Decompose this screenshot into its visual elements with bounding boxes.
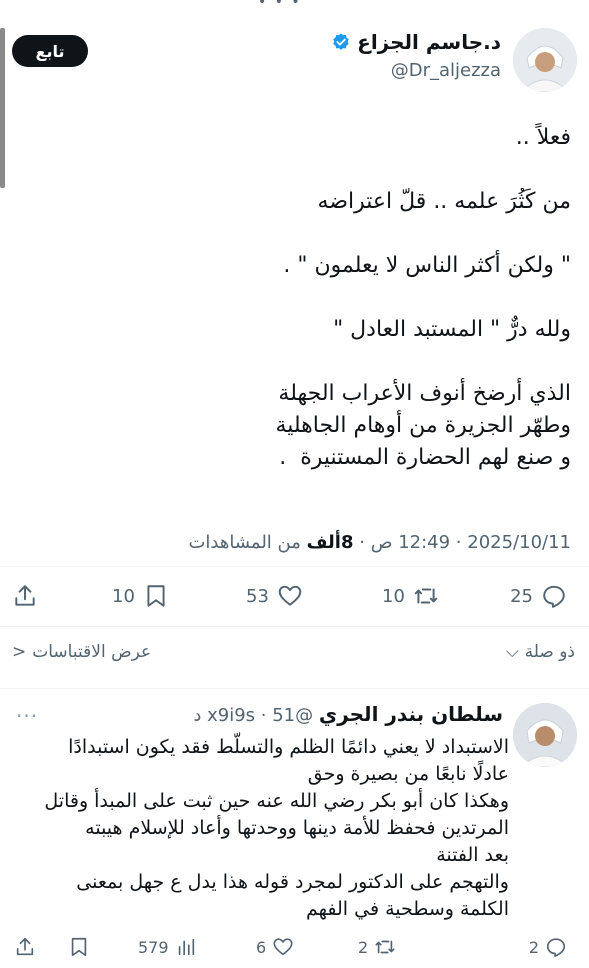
author-name[interactable]: د.جاسم الجزاع	[331, 30, 501, 54]
fragment-text: • • •	[258, 0, 302, 10]
tweet-text: فعلاً .. من كَثُرَ علمه .. قلّ اعتراضه " و…	[18, 122, 571, 474]
like-count: 53	[246, 585, 269, 607]
tweet-line	[18, 346, 571, 378]
reply-share-button[interactable]	[14, 932, 36, 962]
follow-button[interactable]: تابع	[12, 35, 88, 67]
analytics-icon	[178, 938, 194, 956]
author-handle[interactable]: @Dr_aljezza	[331, 60, 501, 81]
reply-views-button[interactable]: 579	[138, 932, 197, 962]
previous-post-fragment: • • •	[0, 0, 589, 10]
chevron-left-icon: <	[12, 642, 27, 662]
reply-like-count: 6	[256, 937, 267, 957]
verified-badge-icon	[333, 33, 349, 50]
bookmark-count: 10	[112, 585, 135, 607]
reply-retweet-count: 2	[358, 937, 369, 957]
retweet-icon	[414, 588, 438, 604]
tweet-line: ولله درٌّ " المستبد العادل "	[333, 317, 571, 342]
view-quotes-link[interactable]: عرض الاقتباسات <	[12, 642, 151, 662]
tweet-line: و صنع لهم الحضارة المستنيرة .	[279, 445, 571, 470]
reply-author-name[interactable]: سلطان بندر الجري	[319, 702, 503, 726]
thread-line	[0, 28, 5, 188]
share-button[interactable]	[12, 578, 38, 614]
reply-text: الاستبداد لا يعني دائمًا الظلم والتسلّط …	[18, 734, 509, 923]
retweet-icon	[375, 940, 395, 954]
reply-icon	[546, 938, 566, 957]
like-button[interactable]: 53	[246, 578, 303, 614]
reply-header: سلطان بندر الجري @x9i9s · 51 د	[193, 702, 503, 726]
tweet-line: من كَثُرَ علمه .. قلّ اعتراضه	[317, 189, 571, 214]
share-icon	[15, 585, 35, 606]
tweet-meta: 2025/10/11 · 12:49 ص · 8ألف من المشاهدات	[188, 532, 571, 553]
retweet-button[interactable]: 10	[382, 578, 439, 614]
divider	[0, 688, 589, 689]
reply-line: وهكذا كان أبو بكر رضي الله عنه حين ثبت ع…	[44, 790, 509, 812]
divider	[0, 566, 589, 567]
reply-icon	[543, 585, 565, 608]
author-block: د.جاسم الجزاع @Dr_aljezza	[331, 30, 501, 81]
views-label: من المشاهدات	[188, 532, 301, 553]
bookmark-icon	[71, 937, 87, 957]
tweet-time[interactable]: 12:49 ص	[371, 532, 450, 553]
tweet-line	[18, 282, 571, 314]
reply-line: بعد الفتنة	[436, 844, 509, 866]
more-options-icon[interactable]: ···	[16, 704, 38, 728]
heart-icon	[278, 585, 302, 606]
reply-line: عادلًا نابعًا من بصيرة وحق	[307, 763, 509, 785]
tweet-date[interactable]: 2025/10/11	[467, 532, 571, 553]
tweet-line: فعلاً ..	[515, 125, 571, 150]
retweet-count: 10	[382, 585, 405, 607]
reply-line: الكلمة وسطحية في الفهم	[305, 898, 509, 920]
reply-button[interactable]: 25	[510, 578, 567, 614]
reply-line: المرتدين فحفظ للأمة دينها ووحدتها وأعاد …	[85, 817, 509, 839]
replies-controls: ذو صلة ⌵ عرض الاقتباسات <	[0, 636, 589, 670]
views-count: 8ألف	[306, 532, 354, 553]
chevron-down-icon: ⌵	[505, 642, 519, 662]
bookmark-icon	[147, 585, 165, 607]
quotes-label: عرض الاقتباسات	[32, 642, 152, 662]
reply-reply-button[interactable]: 2	[529, 932, 567, 962]
reply-like-button[interactable]: 6	[256, 932, 294, 962]
divider	[0, 626, 589, 627]
reply-line: الاستبداد لا يعني دائمًا الظلم والتسلّط …	[68, 736, 509, 758]
reply-line: والتهجم على الدكتور لمجرد قوله هذا يدل ع…	[76, 871, 509, 893]
reply-count: 25	[510, 585, 533, 607]
tweet-line	[18, 154, 571, 186]
bookmark-button[interactable]: 10	[112, 578, 169, 614]
tweet-line: " ولكن أكثر الناس لا يعلمون " .	[283, 253, 571, 278]
relevance-dropdown[interactable]: ذو صلة ⌵	[506, 642, 575, 662]
tweet-line: وطهّر الجزيرة من أوهام الجاهلية	[275, 413, 571, 438]
heart-icon	[273, 938, 293, 956]
reply-avatar[interactable]	[513, 703, 577, 767]
tweet-line	[18, 218, 571, 250]
relevance-label: ذو صلة	[524, 642, 575, 662]
reply-reply-count: 2	[528, 937, 539, 957]
reply-view-count: 579	[138, 937, 169, 957]
author-name-text[interactable]: د.جاسم الجزاع	[357, 30, 501, 54]
tweet-line: الذي أرضخ أنوف الأعراب الجهلة	[278, 381, 571, 406]
share-icon	[16, 937, 34, 956]
reply-retweet-button[interactable]: 2	[358, 932, 396, 962]
reply-bookmark-button[interactable]	[68, 932, 90, 962]
author-avatar[interactable]	[513, 28, 577, 92]
